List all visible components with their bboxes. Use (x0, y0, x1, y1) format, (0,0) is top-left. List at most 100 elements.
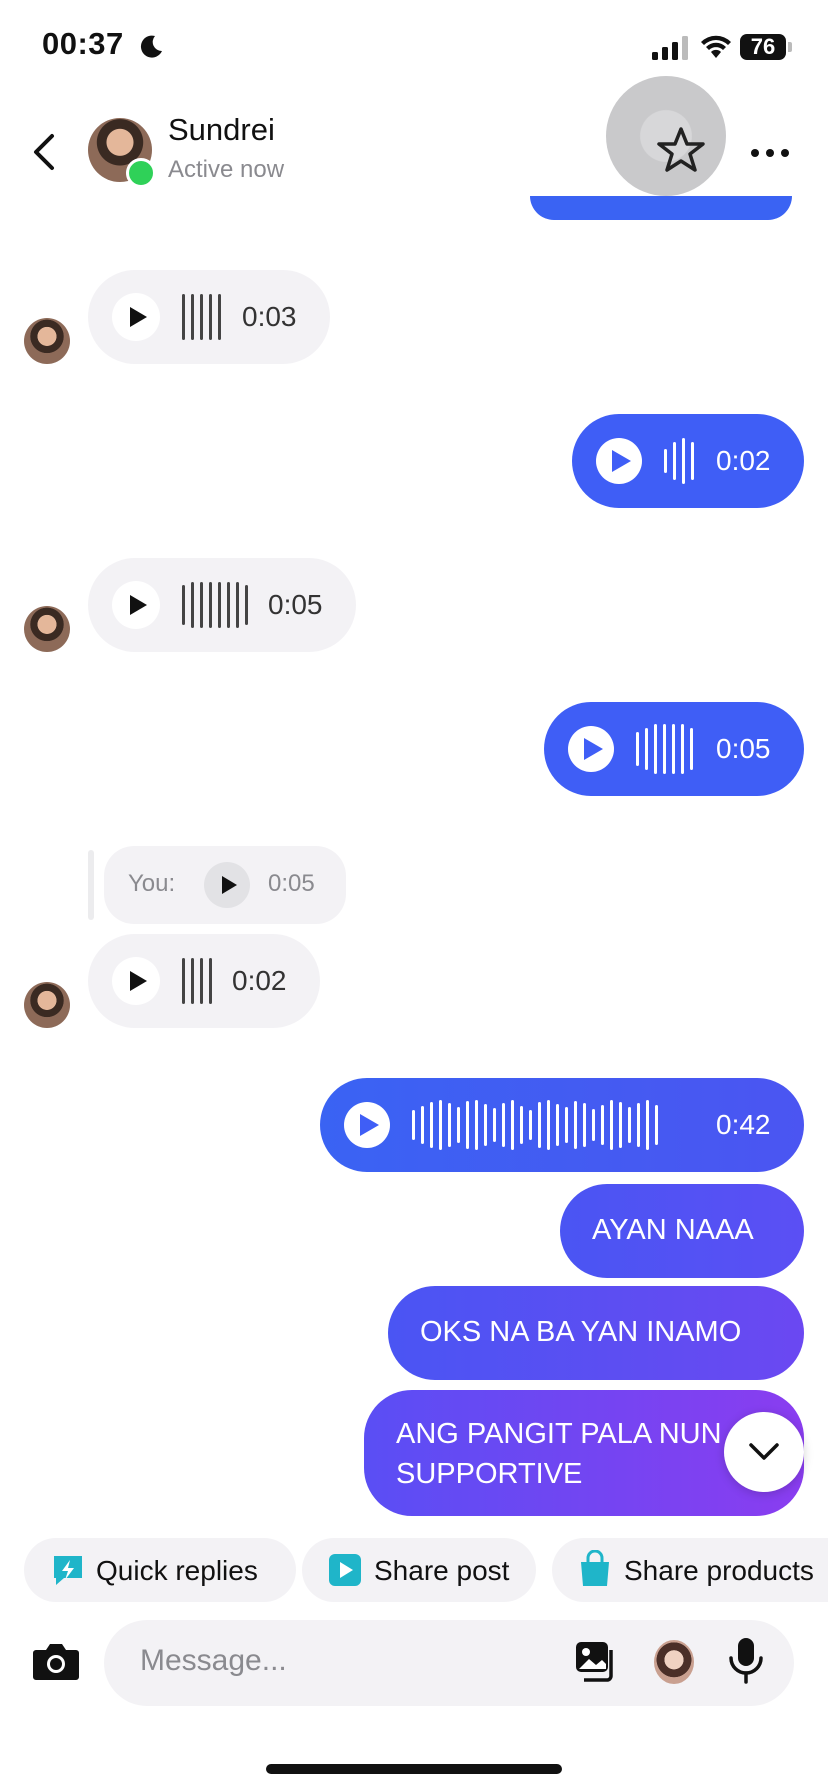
star-icon (657, 127, 705, 172)
lightning-icon (54, 1556, 82, 1585)
voice-duration: 0:03 (242, 301, 297, 332)
waveform-bar (574, 1101, 577, 1149)
message-input[interactable] (140, 1644, 540, 1678)
sender-avatar (24, 318, 70, 364)
play-button[interactable] (568, 726, 614, 772)
message-text: OKS NA BA YAN INAMO (420, 1316, 742, 1348)
voice-message-outgoing[interactable]: 0:02 (572, 414, 804, 508)
waveform-bar (655, 1105, 658, 1145)
quick-replies-chip[interactable]: Quick replies (24, 1538, 296, 1602)
sender-avatar (24, 606, 70, 652)
waveform-bar (628, 1107, 631, 1143)
play-button[interactable] (112, 957, 160, 1005)
reply-duration: 0:05 (268, 870, 315, 897)
waveform-bar (538, 1102, 541, 1148)
sender-avatar (24, 982, 70, 1028)
microphone-icon[interactable] (728, 1636, 764, 1686)
text-message-outgoing[interactable]: AYAN NAAA (560, 1184, 804, 1278)
voice-message-incoming[interactable]: 0:02 (88, 934, 320, 1028)
play-icon (130, 307, 147, 327)
waveform-bar (592, 1109, 595, 1141)
battery-icon: 76 (740, 34, 786, 60)
waveform-bar (484, 1104, 487, 1146)
back-icon[interactable] (30, 132, 60, 172)
voice-message-incoming[interactable]: 0:05 (88, 558, 356, 652)
share-products-chip[interactable]: Share products (552, 1538, 828, 1602)
play-icon (130, 595, 147, 615)
wifi-icon (701, 35, 731, 58)
gallery-icon[interactable] (574, 1640, 618, 1684)
play-icon (130, 971, 147, 991)
avatar-sticker-icon[interactable] (654, 1640, 694, 1684)
play-icon (612, 450, 631, 472)
previous-message-bubble (530, 196, 792, 220)
waveform-bar (511, 1100, 514, 1150)
waveform-bar (610, 1100, 613, 1150)
waveform-bar (493, 1108, 496, 1142)
voice-message-incoming[interactable]: 0:03 (88, 270, 330, 364)
moon-icon (140, 35, 162, 58)
waveform-bar (520, 1106, 523, 1144)
waveform-bar (619, 1102, 622, 1148)
waveform-bar (646, 1100, 649, 1150)
waveform (182, 958, 218, 1004)
waveform-bar (439, 1100, 442, 1150)
voice-duration: 0:05 (716, 733, 771, 764)
message-field[interactable] (104, 1620, 794, 1706)
favorite-button[interactable] (606, 76, 726, 196)
chip-label: Share post (374, 1555, 510, 1586)
voice-message-outgoing[interactable]: 0:42 (320, 1078, 804, 1172)
waveform-bar (556, 1104, 559, 1146)
voice-duration: 0:02 (716, 445, 771, 476)
chip-label: Quick replies (96, 1555, 258, 1586)
message-text: AYAN NAAA (592, 1214, 754, 1246)
waveform (664, 438, 700, 484)
voice-message-outgoing[interactable]: 0:05 (544, 702, 804, 796)
waveform-bar (583, 1103, 586, 1147)
voice-duration: 0:02 (232, 965, 287, 996)
play-icon (584, 738, 603, 760)
play-button[interactable] (112, 293, 160, 341)
scroll-to-bottom-button[interactable] (724, 1412, 804, 1492)
waveform (182, 582, 254, 628)
waveform-bar (637, 1103, 640, 1147)
more-options-icon[interactable] (750, 148, 790, 158)
waveform-bar (457, 1107, 460, 1143)
waveform-bar (412, 1110, 415, 1140)
play-icon (222, 876, 237, 894)
battery-tip (788, 42, 792, 52)
contact-name[interactable]: Sundrei (168, 112, 275, 148)
share-post-chip[interactable]: Share post (302, 1538, 536, 1602)
waveform (636, 724, 699, 774)
waveform-bar (430, 1102, 433, 1148)
waveform-bar (466, 1101, 469, 1149)
waveform-bar (475, 1100, 478, 1150)
play-button[interactable] (596, 438, 642, 484)
online-indicator (126, 158, 156, 188)
camera-icon[interactable] (32, 1640, 80, 1682)
waveform-bar (448, 1103, 451, 1147)
waveform-bar (502, 1103, 505, 1147)
waveform-bar (421, 1106, 424, 1144)
reply-sender-label: You: (128, 870, 176, 897)
reply-play-button (204, 862, 250, 908)
play-icon (329, 1554, 361, 1586)
home-indicator (266, 1764, 562, 1774)
waveform-bar (529, 1110, 532, 1140)
cellular-signal-icon (652, 36, 688, 60)
waveform-bar (547, 1100, 550, 1150)
status-time: 00:37 (42, 26, 124, 61)
chip-label: Share products (624, 1555, 814, 1586)
message-text: ANG PANGIT PALA NUN SUPPORTIVE (396, 1418, 722, 1490)
text-message-outgoing[interactable]: OKS NA BA YAN INAMO (388, 1286, 804, 1380)
play-button[interactable] (112, 581, 160, 629)
play-button[interactable] (344, 1102, 390, 1148)
contact-status: Active now (168, 156, 285, 183)
waveform (412, 1100, 712, 1150)
voice-duration: 0:05 (268, 589, 323, 620)
waveform (182, 294, 227, 340)
waveform-bar (601, 1105, 604, 1145)
chevron-down-icon (749, 1443, 779, 1460)
waveform-bar (565, 1107, 568, 1143)
shopping-bag-icon (581, 1550, 609, 1586)
